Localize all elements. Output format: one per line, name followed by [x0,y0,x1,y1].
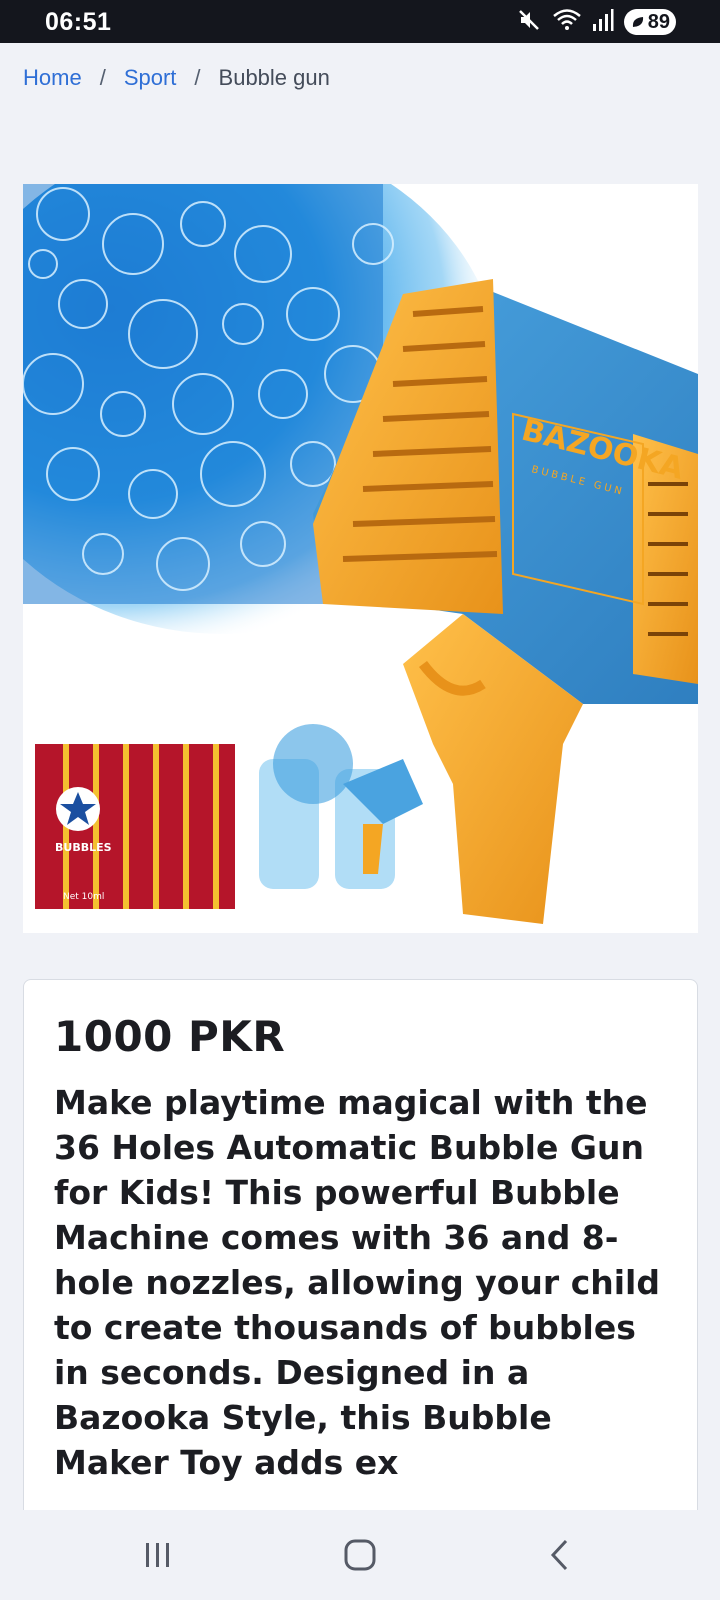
breadcrumb-separator: / [99,65,106,90]
pack-label: BUBBLES [55,841,112,854]
recent-apps-icon [146,1543,169,1567]
wifi-icon [552,7,582,37]
home-icon [344,1539,376,1571]
status-bar: 06:51 89 [0,0,720,43]
product-description: Make playtime magical with the 36 Holes … [54,1083,660,1482]
battery-indicator: 89 [623,9,676,35]
back-icon [550,1539,568,1571]
breadcrumb-sport-link[interactable]: Sport [124,65,177,91]
battery-saver-icon [632,17,643,27]
status-time: 06:51 [45,8,112,36]
breadcrumb: Home / Sport / Bubble gun [23,60,330,96]
home-button[interactable] [330,1530,390,1580]
breadcrumb-separator: / [194,65,201,90]
breadcrumb-home-link[interactable]: Home [23,65,82,91]
mute-icon [516,7,542,37]
signal-icon [592,8,614,36]
product-details-card: 1000 PKR Make playtime magical with the … [23,979,698,1600]
navigation-bar [0,1510,720,1600]
status-icons: 89 [516,9,676,35]
back-button[interactable] [530,1530,590,1580]
battery-level: 89 [647,10,670,33]
recent-apps-button[interactable] [128,1530,188,1580]
product-image[interactable]: BAZOOKA BUBBLE GUN BUBBLES Net 10ml [23,184,698,933]
pack-net: Net 10ml [63,892,104,902]
product-price: 1000 PKR [54,1012,286,1061]
breadcrumb-current: Bubble gun [218,65,330,90]
